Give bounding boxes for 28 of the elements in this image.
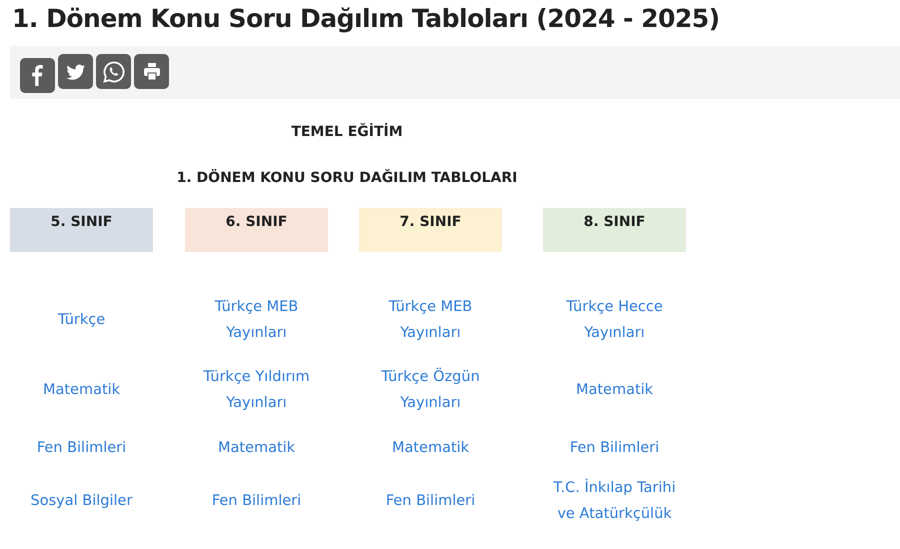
subject-link[interactable]: Türkçe Yıldırım Yayınları (185, 364, 328, 416)
share-button[interactable] (20, 58, 55, 92)
subject-link[interactable]: Türkçe MEB Yayınları (359, 294, 502, 346)
share-button[interactable] (134, 54, 169, 89)
share-button[interactable] (58, 54, 93, 89)
table-heading: 1. DÖNEM KONU SORU DAĞILIM TABLOLARI (176, 168, 518, 188)
subject-link[interactable]: Matematik (218, 435, 296, 461)
subject-link[interactable]: Sosyal Bilgiler (30, 488, 132, 514)
subject-link[interactable]: Türkçe Hecce Yayınları (543, 294, 686, 346)
page-title: 1. Dönem Konu Soru Dağılım Tabloları (2024 - 2025) (12, 4, 721, 34)
subject-link[interactable]: Türkçe MEB Yayınları (185, 294, 328, 346)
subject-link[interactable]: Fen Bilimleri (212, 488, 302, 514)
section-heading: TEMEL EĞİTİM (290, 122, 404, 142)
subject-link[interactable]: Türkçe Özgün Yayınları (359, 364, 502, 416)
grade-header: 6. SINIF (185, 208, 328, 252)
subject-link[interactable]: Fen Bilimleri (570, 435, 660, 461)
subject-link[interactable]: Matematik (42, 377, 120, 403)
subject-link[interactable]: Matematik (392, 435, 470, 461)
grade-header: 5. SINIF (10, 208, 153, 252)
grade-header: 7. SINIF (359, 208, 502, 252)
subject-link[interactable]: Matematik (576, 377, 654, 403)
subject-link[interactable]: Fen Bilimleri (386, 488, 476, 514)
subject-link[interactable]: T.C. İnkılap Tarihi ve Atatürkçülük (543, 475, 686, 527)
subject-link[interactable]: Fen Bilimleri (36, 435, 126, 461)
facebook-icon (32, 64, 43, 86)
share-button[interactable] (96, 54, 131, 89)
subject-link[interactable]: Türkçe (58, 307, 106, 333)
grade-header: 8. SINIF (543, 208, 686, 252)
